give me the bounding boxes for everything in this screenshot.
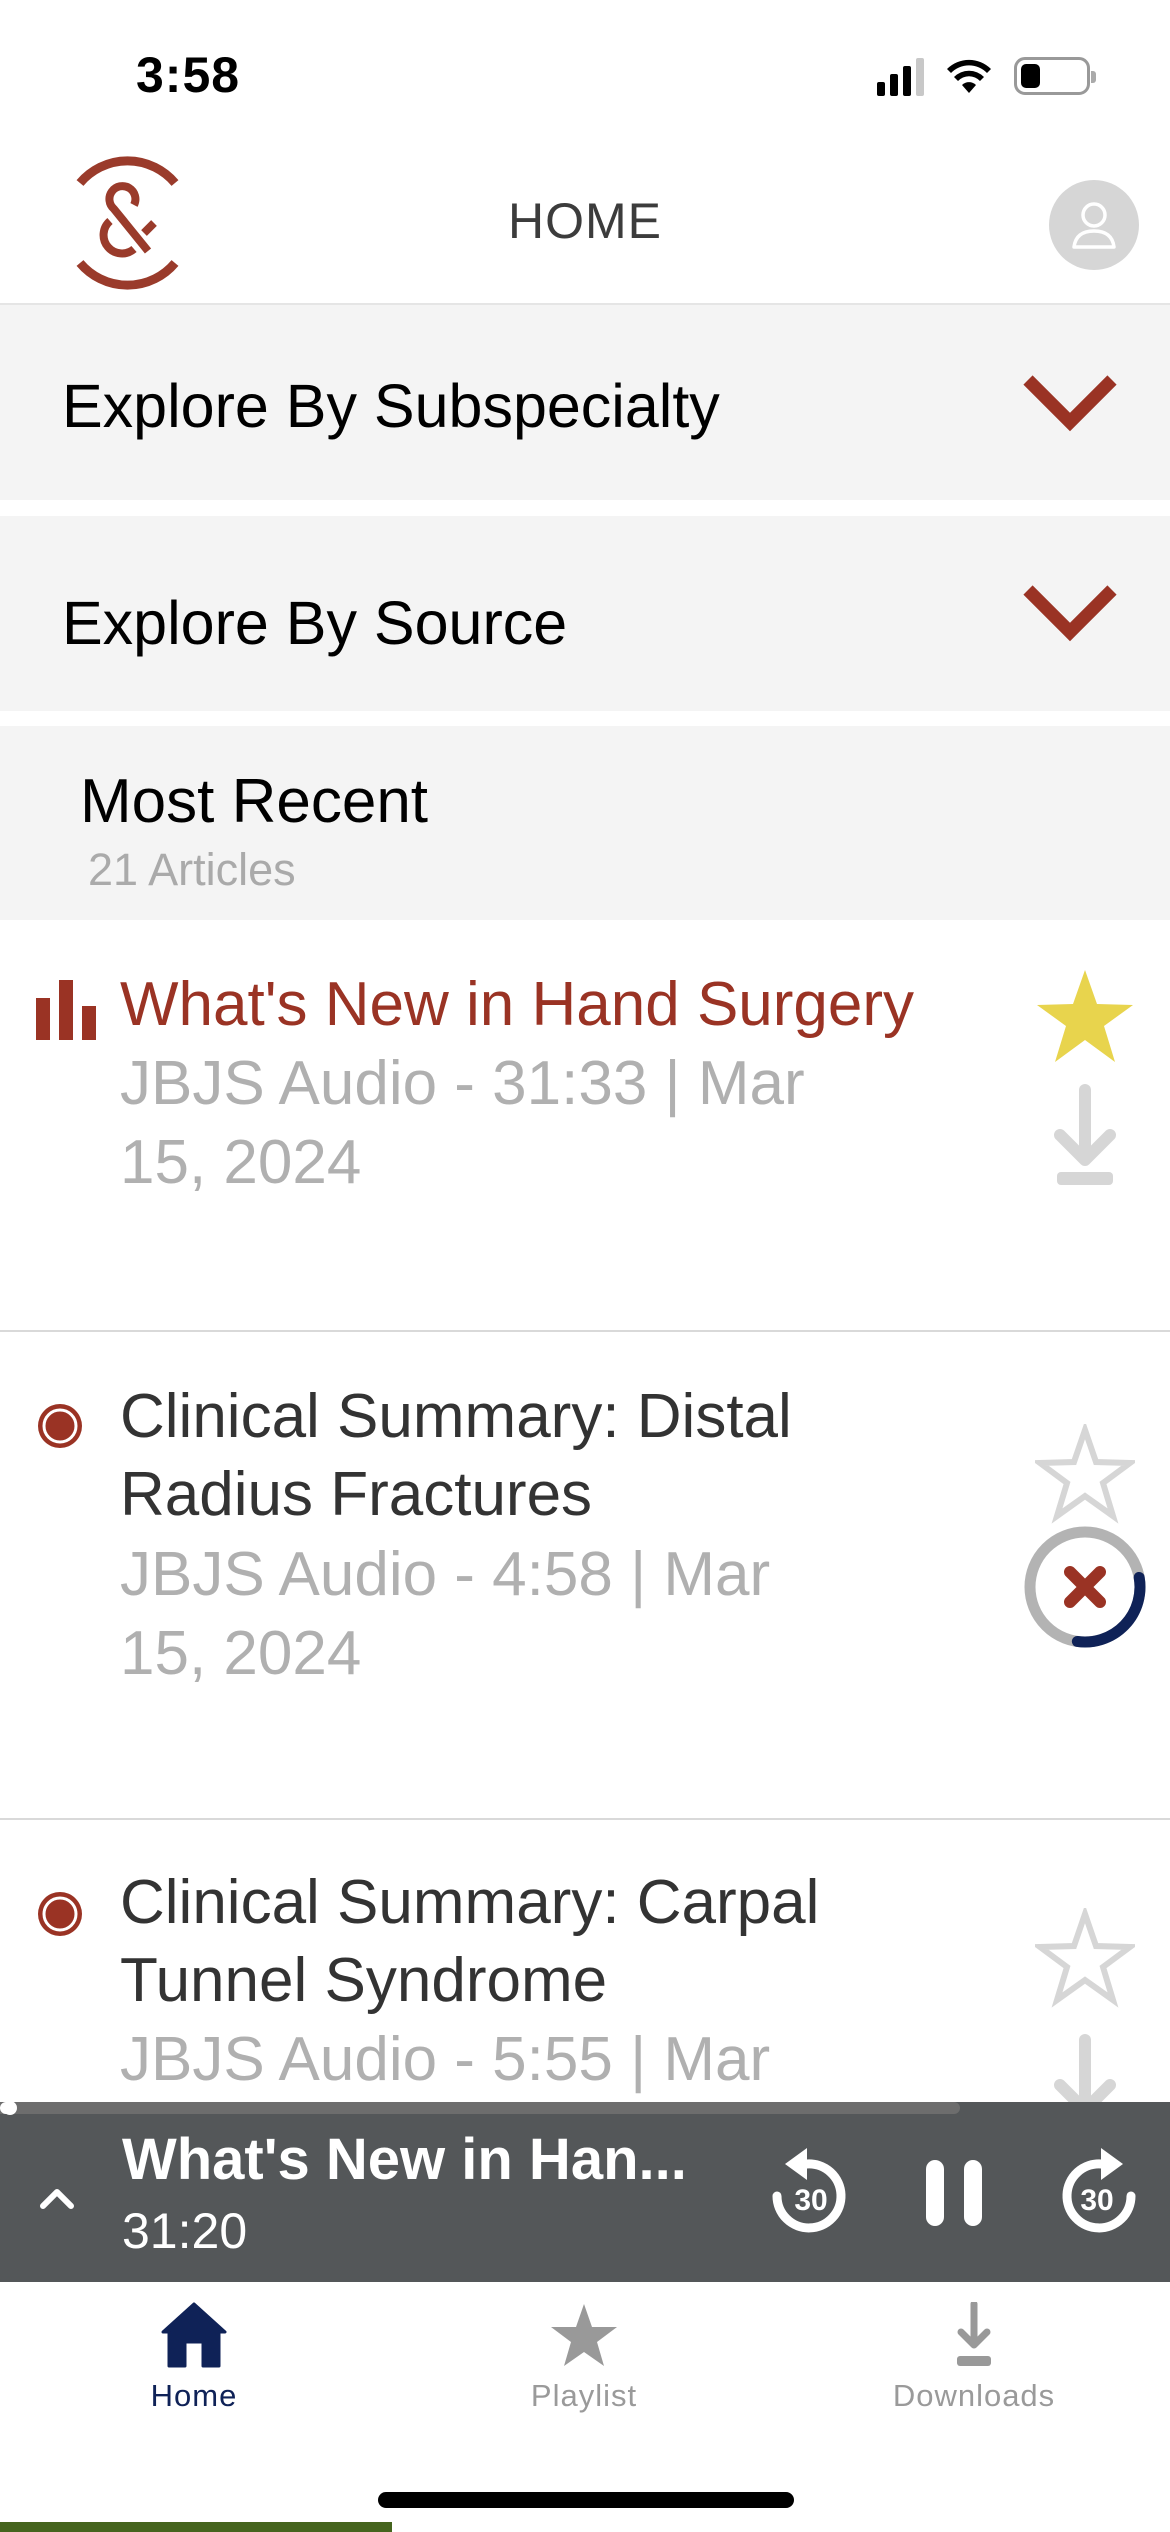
rewind-seconds-label: 30 — [794, 2184, 827, 2217]
star-outline-icon[interactable] — [1035, 1424, 1135, 1524]
tab-bar: Home Playlist Downloads — [0, 2282, 1170, 2452]
item-title: What's New in Hand Surgery — [120, 970, 915, 1039]
tab-downloads[interactable]: Downloads — [824, 2302, 1124, 2432]
item-meta: JBJS Audio - 31:33 | Mar 15, 2024 — [120, 1049, 805, 1197]
playback-progress-bar[interactable] — [0, 2101, 960, 2115]
cancel-download-button[interactable] — [1020, 1522, 1150, 1652]
forward-seconds-label: 30 — [1080, 2184, 1113, 2217]
forward-30-button[interactable]: 30 — [1053, 2142, 1143, 2242]
battery-icon — [1014, 57, 1096, 95]
article-count: 21 Articles — [88, 844, 296, 895]
download-icon — [957, 2302, 991, 2366]
list-item[interactable]: What's New in Hand Surgery JBJS Audio - … — [0, 920, 1170, 1332]
section-title: Most Recent — [80, 767, 429, 836]
list-item[interactable]: Clinical Summary: Distal Radius Fracture… — [0, 1332, 1170, 1820]
now-playing-icon — [36, 980, 96, 1040]
battery-level — [1021, 64, 1040, 88]
wifi-icon — [947, 59, 991, 93]
app-header: HOME — [0, 140, 1170, 305]
unplayed-indicator-icon — [38, 1404, 82, 1448]
most-recent-header: Most Recent 21 Articles — [0, 726, 1170, 920]
chevron-down-icon[interactable] — [1020, 370, 1120, 440]
page-title: HOME — [508, 193, 662, 249]
bottom-accent-bar — [0, 2522, 392, 2532]
chevron-up-icon[interactable] — [38, 2182, 76, 2212]
star-filled-icon[interactable] — [1035, 968, 1135, 1068]
download-icon[interactable] — [1020, 1080, 1150, 1210]
accordion-label: Explore By Source — [62, 589, 568, 657]
tab-label: Home — [150, 2378, 238, 2413]
item-meta: JBJS Audio - 5:55 | Mar — [120, 2025, 771, 2094]
home-indicator[interactable] — [378, 2492, 794, 2508]
tab-playlist[interactable]: Playlist — [434, 2302, 734, 2432]
item-meta: JBJS Audio - 4:58 | Mar 15, 2024 — [120, 1540, 771, 1688]
item-title: Clinical Summary: Carpal Tunnel Syndrome — [120, 1868, 820, 2015]
player-time: 31:20 — [122, 2203, 248, 2259]
tab-home[interactable]: Home — [44, 2302, 344, 2432]
mini-player[interactable]: What's New in Han... 31:20 30 30 — [0, 2101, 1170, 2282]
accordion-label: Explore By Subspecialty — [62, 372, 720, 440]
close-icon — [1064, 1566, 1106, 1608]
forward-icon: 30 — [1062, 2148, 1136, 2233]
playback-scrubber[interactable] — [2, 2101, 17, 2115]
player-title: What's New in Han... — [122, 2127, 687, 2192]
list-item[interactable]: Clinical Summary: Carpal Tunnel Syndrome… — [0, 1820, 1170, 2120]
explore-by-subspecialty[interactable]: Explore By Subspecialty — [0, 305, 1170, 500]
pause-icon — [926, 2160, 982, 2226]
profile-button[interactable] — [1049, 180, 1139, 270]
tab-label: Downloads — [892, 2378, 1056, 2413]
user-icon — [1072, 202, 1116, 249]
unplayed-indicator-icon — [38, 1892, 82, 1936]
home-icon — [161, 2302, 227, 2368]
chevron-down-icon[interactable] — [1020, 580, 1120, 650]
explore-by-source[interactable]: Explore By Source — [0, 516, 1170, 711]
tab-label: Playlist — [530, 2378, 638, 2413]
status-time: 3:58 — [136, 47, 241, 103]
rewind-30-button[interactable]: 30 — [765, 2142, 855, 2242]
item-title: Clinical Summary: Distal Radius Fracture… — [120, 1382, 792, 1529]
status-icons — [877, 56, 1096, 96]
status-bar: 3:58 — [0, 0, 1170, 140]
star-icon — [551, 2304, 617, 2366]
rewind-icon: 30 — [772, 2148, 846, 2233]
cellular-signal-icon — [877, 56, 924, 96]
star-outline-icon[interactable] — [1035, 1908, 1135, 2008]
pause-button[interactable] — [920, 2142, 1010, 2242]
